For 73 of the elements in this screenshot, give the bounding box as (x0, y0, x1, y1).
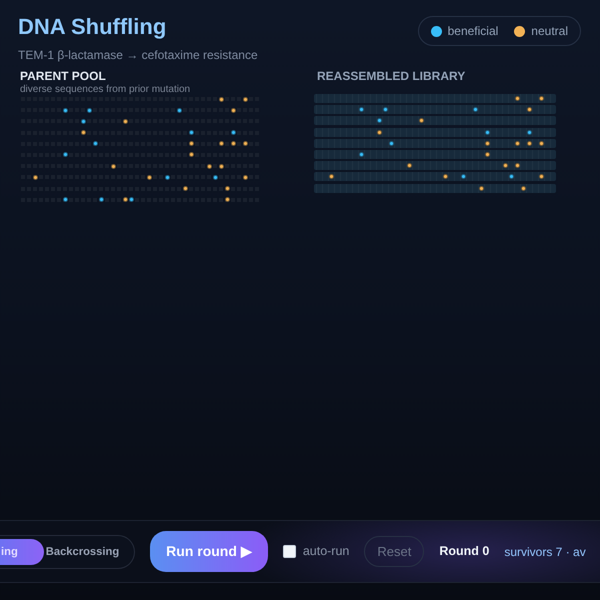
app-title: DNA Shuffling (18, 13, 166, 41)
section-heading: PARENT POOL (20, 69, 107, 83)
mutation-dot-icon (164, 174, 170, 180)
mutation-dot-icon (176, 108, 182, 113)
mutation-dot-icon (538, 140, 544, 146)
mode-tab[interactable]: Backcrossing (44, 538, 122, 564)
mutation-dot-icon (526, 140, 532, 146)
mutation-dot-icon (230, 130, 236, 136)
mutation-dot-icon (514, 163, 520, 168)
stats-text: survivors 7 · av (504, 544, 586, 560)
mutation-dot-icon (484, 152, 490, 157)
mutation-dot-icon (32, 174, 38, 180)
mutation-dot-icon (62, 197, 68, 202)
mutation-dot-icon (242, 96, 248, 102)
mutation-dot-icon (484, 140, 490, 146)
mutation-dot-icon (224, 186, 230, 191)
mutation-dot-icon (62, 108, 68, 113)
mutation-dot-icon (98, 197, 104, 202)
mutation-dot-icon (224, 197, 230, 202)
mutation-dot-icon (182, 186, 188, 191)
mutation-dot-icon (502, 163, 508, 168)
mutation-dot-icon (80, 118, 86, 124)
mutation-dot-icon (478, 186, 484, 190)
mutation-dot-icon (526, 130, 532, 135)
run-round-button[interactable]: Run round ▶ (150, 531, 268, 572)
mutation-dot-icon (218, 164, 224, 169)
mutation-dot-icon (460, 174, 466, 180)
mutation-dot-icon (62, 152, 68, 158)
mutation-dot-icon (538, 174, 544, 180)
subtitle: TEM-1 β-lactamase → cefotaxime resistance (18, 47, 258, 63)
mutation-dot-icon (328, 174, 334, 180)
mutation-dot-icon (514, 140, 520, 146)
mutation-dot-icon (508, 174, 514, 180)
mutation-dot-icon (110, 164, 116, 169)
mutation-dot-icon (388, 140, 394, 146)
section-caption: diverse sequences from prior mutation (20, 84, 192, 96)
mutation-dot-icon (188, 152, 194, 158)
mutation-dot-icon (526, 107, 532, 112)
mutation-dot-icon (242, 141, 248, 146)
auto-run-checkbox[interactable] (282, 545, 296, 558)
mutation-dot-icon (484, 130, 490, 135)
mutation-dot-icon (514, 96, 520, 101)
section-heading: REASSEMBLED LIBRARY (316, 69, 466, 83)
mutation-dot-icon (188, 130, 194, 136)
mutation-dot-icon (86, 108, 92, 113)
legend-label: beneficial (448, 24, 498, 38)
mode-tab[interactable]: ing (0, 538, 44, 564)
mutation-dot-icon (376, 118, 382, 124)
mutation-dot-icon (382, 107, 388, 112)
mutation-dot-icon (472, 107, 478, 112)
mutation-dot-icon (92, 141, 98, 146)
mutation-dot-icon (358, 152, 364, 157)
mutation-dot-icon (442, 174, 448, 180)
mutation-dot-icon (218, 96, 224, 102)
legend-label: neutral (531, 24, 568, 38)
mutation-dot-icon (80, 130, 86, 136)
checkbox-label: auto-run (302, 543, 350, 560)
mutation-dot-icon (218, 141, 224, 146)
mutation-dot-icon (212, 174, 218, 180)
mutation-dot-icon (538, 96, 544, 101)
mutation-dot-icon (230, 141, 236, 146)
mutation-dot-icon (358, 107, 364, 112)
mutation-dot-icon (206, 164, 212, 169)
mutation-dot-icon (122, 118, 128, 124)
mutation-dot-icon (230, 108, 236, 113)
mutation-dot-icon (520, 186, 526, 190)
round-counter: Round 0 (439, 543, 490, 560)
mutation-dot-icon (406, 163, 412, 168)
mutation-dot-icon (242, 174, 248, 180)
mutation-dot-icon (418, 118, 424, 124)
mutation-dot-icon (188, 141, 194, 146)
mutation-dot-icon (146, 174, 152, 180)
mutation-dot-icon (376, 130, 382, 135)
